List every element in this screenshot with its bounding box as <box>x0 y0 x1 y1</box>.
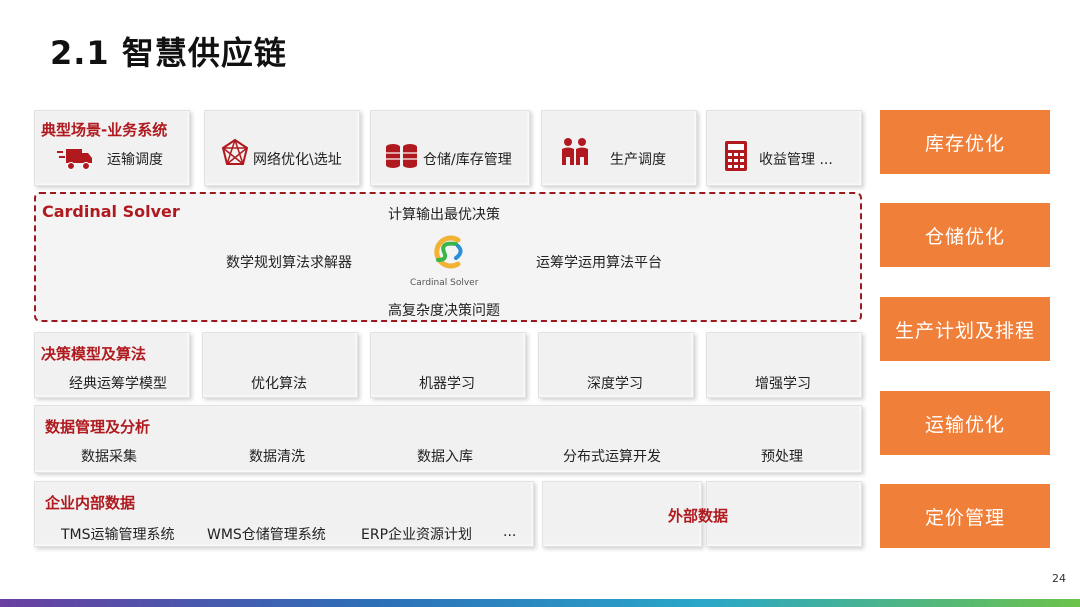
model-label: 机器学习 <box>419 376 475 392</box>
solver-left-text: 数学规划算法求解器 <box>226 255 352 271</box>
external-data-label: 外部数据 <box>668 507 729 525</box>
page-title: 2.1 智慧供应链 <box>50 34 287 72</box>
external-data-box-2 <box>706 481 862 547</box>
solver-right-text: 运筹学运用算法平台 <box>536 255 662 271</box>
model-label: 经典运筹学模型 <box>69 376 167 392</box>
scenario-box-4: 生产调度 <box>541 110 697 186</box>
network-icon <box>221 138 249 165</box>
data-management-box: 数据管理及分析 数据采集 数据清洗 数据入库 分布式运算开发 预处理 <box>34 405 862 473</box>
data-management-item: 分布式运算开发 <box>563 449 661 465</box>
model-box-4: 深度学习 <box>538 332 694 398</box>
inventory-optimization-button[interactable]: 库存优化 <box>880 110 1050 174</box>
pricing-management-button[interactable]: 定价管理 <box>880 484 1050 548</box>
data-management-item: 预处理 <box>761 449 803 465</box>
model-label: 优化算法 <box>251 376 307 392</box>
data-management-header: 数据管理及分析 <box>45 418 151 436</box>
model-label: 深度学习 <box>587 376 643 392</box>
solver-logo-text: Cardinal Solver <box>410 278 479 288</box>
scenario-label: 仓储/库存管理 <box>423 152 512 168</box>
database-icon <box>386 144 417 168</box>
model-box-1: 决策模型及算法 经典运筹学模型 <box>34 332 190 398</box>
scenario-box-2: 网络优化\选址 <box>204 110 360 186</box>
data-management-item: 数据清洗 <box>249 449 305 465</box>
scenario-label: 收益管理 ... <box>759 152 833 168</box>
scenario-box-1: 典型场景-业务系统 运输调度 <box>34 110 190 186</box>
solver-header: Cardinal Solver <box>42 202 180 221</box>
scenario-label: 生产调度 <box>610 152 666 168</box>
truck-icon <box>57 149 92 170</box>
model-label: 增强学习 <box>755 376 811 392</box>
scenario-header: 典型场景-业务系统 <box>41 121 168 139</box>
model-box-5: 增强学习 <box>706 332 862 398</box>
solver-bottom-text: 高复杂度决策问题 <box>388 303 500 319</box>
page-number: 24 <box>1052 572 1066 585</box>
solver-top-text: 计算输出最优决策 <box>388 207 500 223</box>
model-box-2: 优化算法 <box>202 332 358 398</box>
internal-data-item: ERP企业资源计划 <box>361 527 473 543</box>
scenario-label: 运输调度 <box>107 152 163 168</box>
internal-data-item: ... <box>503 524 517 540</box>
scenario-box-3: 仓储/库存管理 <box>370 110 530 186</box>
internal-data-box: 企业内部数据 TMS运输管理系统 WMS仓储管理系统 ERP企业资源计划 ... <box>34 481 534 547</box>
model-box-3: 机器学习 <box>370 332 526 398</box>
models-header: 决策模型及算法 <box>41 345 147 363</box>
solver-box: Cardinal Solver 计算输出最优决策 数学规划算法求解器 运筹学运用… <box>34 192 862 322</box>
data-management-item: 数据采集 <box>81 449 137 465</box>
warehouse-optimization-button[interactable]: 仓储优化 <box>880 203 1050 267</box>
bottom-color-bar <box>0 599 1080 607</box>
internal-data-item: TMS运输管理系统 <box>61 527 175 543</box>
scenario-box-5: 收益管理 ... <box>706 110 862 186</box>
production-scheduling-button[interactable]: 生产计划及排程 <box>880 297 1050 361</box>
internal-data-item: WMS仓储管理系统 <box>207 527 326 543</box>
data-management-item: 数据入库 <box>417 449 473 465</box>
workers-icon <box>562 138 588 165</box>
cardinal-solver-logo-icon <box>434 235 463 269</box>
scenario-label: 网络优化\选址 <box>253 152 342 168</box>
transport-optimization-button[interactable]: 运输优化 <box>880 391 1050 455</box>
calculator-icon <box>725 141 747 171</box>
internal-data-header: 企业内部数据 <box>45 494 136 512</box>
